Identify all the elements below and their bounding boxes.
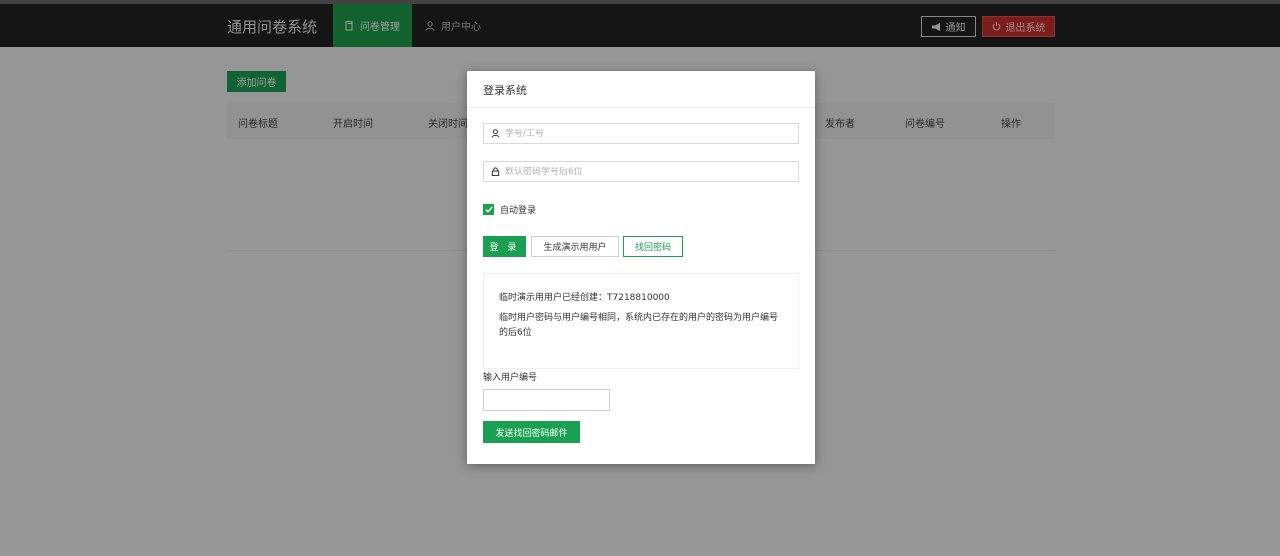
username-field[interactable] [483,123,799,144]
generate-demo-user-button[interactable]: 生成演示用用户 [531,236,619,257]
user-id-input[interactable] [483,389,610,411]
user-icon [491,129,500,138]
auto-login-label: 自动登录 [500,206,537,216]
notice-created-text: 临时演示用用户已经创建：T7218810000 [499,293,670,303]
checkmark-icon [484,206,493,213]
auto-login-checkbox[interactable] [483,204,494,215]
auto-login-option[interactable]: 自动登录 [483,203,536,216]
notice-password-rule-text: 临时用户密码与用户编号相同，系统内已存在的用户的密码为用户编号的后6位 [499,313,779,338]
login-button[interactable]: 登 录 [483,236,526,257]
login-dialog: 登录系统 自动登录 登 录 生成演示用用户 找回密码 临时演示用用户已经创建：T… [467,71,815,464]
username-input[interactable] [505,128,785,139]
lock-icon [491,167,500,176]
user-id-label: 输入用户编号 [483,373,538,383]
send-recovery-email-button[interactable]: 发送找回密码邮件 [483,421,580,443]
password-field[interactable] [483,161,799,182]
dialog-title: 登录系统 [467,71,815,108]
password-input[interactable] [505,166,785,177]
demo-user-notice: 临时演示用用户已经创建：T7218810000 临时用户密码与用户编号相同，系统… [483,273,799,369]
find-password-button[interactable]: 找回密码 [623,236,683,257]
